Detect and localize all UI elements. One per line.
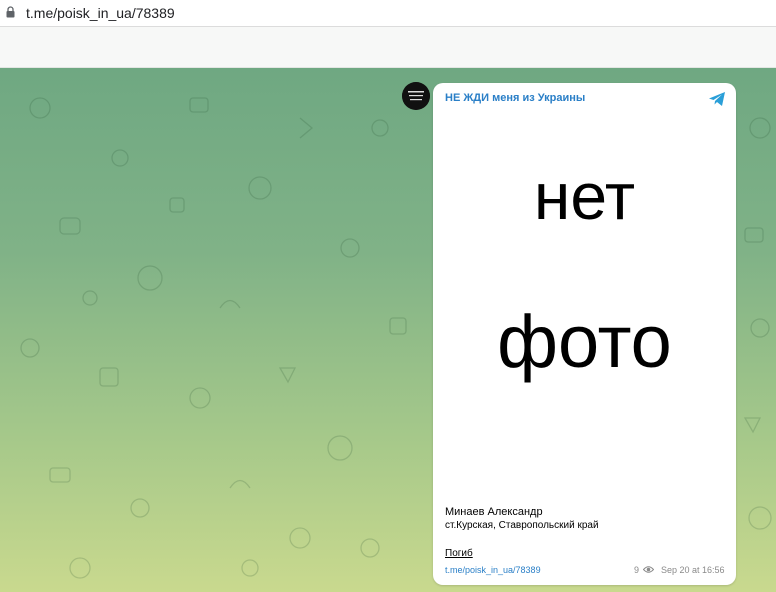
photo-placeholder-line1: нет [533, 159, 636, 233]
lock-icon [6, 6, 15, 18]
channel-name[interactable]: НЕ ЖДИ меня из Украины [445, 92, 585, 104]
message-card: НЕ ЖДИ меня из Украины нет фото Минаев А… [433, 83, 736, 585]
browser-address-bar[interactable]: t.me/poisk_in_ua/78389 [0, 0, 776, 27]
views-count: 9 [634, 565, 640, 575]
channel-logo-icon [402, 82, 430, 110]
bookmark-bar [0, 27, 776, 68]
status-link[interactable]: Погиб [445, 548, 473, 559]
photo-placeholder-line2: фото [497, 300, 672, 383]
telegram-icon[interactable] [708, 91, 726, 107]
post-link[interactable]: t.me/poisk_in_ua/78389 [445, 565, 541, 575]
person-name: Минаев Александр [445, 506, 543, 518]
url-text[interactable]: t.me/poisk_in_ua/78389 [26, 5, 175, 21]
eye-icon [643, 566, 654, 573]
post-date: Sep 20 at 16:56 [661, 565, 725, 575]
channel-avatar[interactable] [402, 82, 430, 110]
person-place: ст.Курская, Ставропольский край [445, 520, 599, 531]
